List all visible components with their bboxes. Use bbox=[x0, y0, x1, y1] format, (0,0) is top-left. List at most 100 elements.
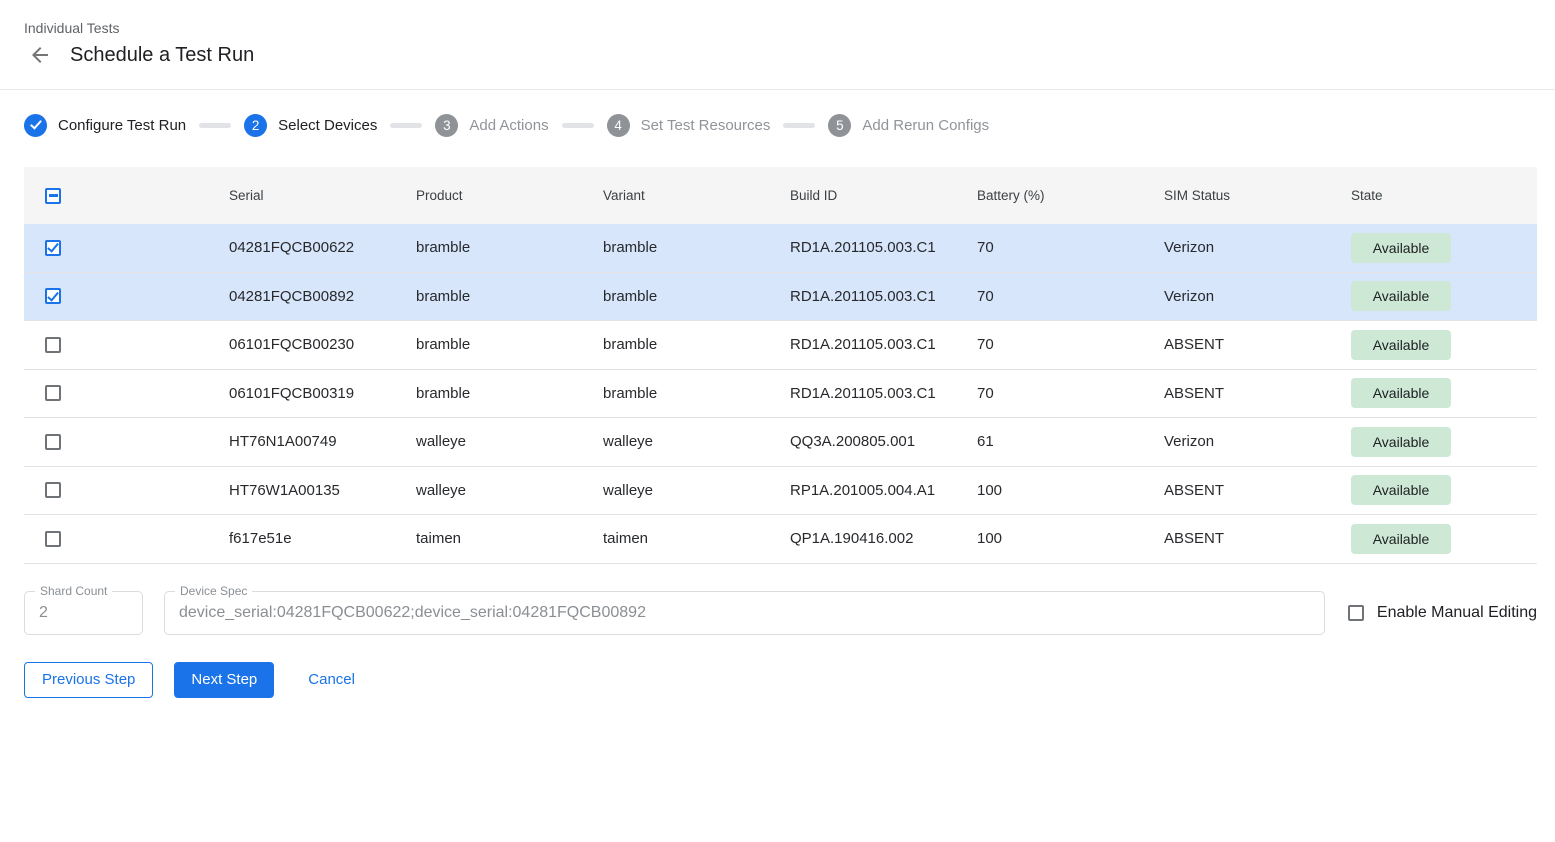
device-row[interactable]: 04281FQCB00622 bramble bramble RD1A.2011… bbox=[24, 224, 1537, 273]
breadcrumb: Individual Tests bbox=[24, 20, 1531, 36]
device-spec-label: Device Spec bbox=[175, 584, 252, 598]
cell-battery: 100 bbox=[977, 530, 1164, 547]
cell-battery: 70 bbox=[977, 288, 1164, 305]
cell-build-id: RD1A.201105.003.C1 bbox=[790, 336, 977, 353]
enable-manual-editing-control[interactable]: Enable Manual Editing bbox=[1348, 604, 1537, 622]
device-row[interactable]: HT76W1A00135 walleye walleye RP1A.201005… bbox=[24, 467, 1537, 516]
stepper-step-add-actions[interactable]: 3 Add Actions bbox=[435, 114, 548, 137]
step-connector bbox=[390, 123, 422, 128]
device-row[interactable]: 06101FQCB00230 bramble bramble RD1A.2011… bbox=[24, 321, 1537, 370]
row-checkbox[interactable] bbox=[45, 288, 61, 304]
cell-variant: bramble bbox=[603, 288, 790, 305]
cell-serial: 06101FQCB00230 bbox=[229, 336, 416, 353]
state-badge: Available bbox=[1351, 233, 1451, 263]
cell-product: taimen bbox=[416, 530, 603, 547]
cell-sim-status: ABSENT bbox=[1164, 385, 1351, 402]
state-badge: Available bbox=[1351, 475, 1451, 505]
cell-serial: HT76N1A00749 bbox=[229, 433, 416, 450]
step-number: 5 bbox=[828, 114, 851, 137]
cell-product: bramble bbox=[416, 239, 603, 256]
cancel-button[interactable]: Cancel bbox=[291, 662, 372, 698]
stepper-step-set-test-resources[interactable]: 4 Set Test Resources bbox=[607, 114, 771, 137]
enable-manual-editing-checkbox[interactable] bbox=[1348, 605, 1364, 621]
cell-variant: bramble bbox=[603, 385, 790, 402]
step-connector bbox=[783, 123, 815, 128]
cell-serial: HT76W1A00135 bbox=[229, 482, 416, 499]
cell-build-id: QQ3A.200805.001 bbox=[790, 433, 977, 450]
device-row[interactable]: HT76N1A00749 walleye walleye QQ3A.200805… bbox=[24, 418, 1537, 467]
cell-battery: 70 bbox=[977, 239, 1164, 256]
table-header-row: Serial Product Variant Build ID Battery … bbox=[24, 167, 1537, 224]
stepper-step-configure-test-run[interactable]: Configure Test Run bbox=[24, 114, 186, 137]
state-badge: Available bbox=[1351, 427, 1451, 457]
device-row[interactable]: 06101FQCB00319 bramble bramble RD1A.2011… bbox=[24, 370, 1537, 419]
cell-serial: 04281FQCB00622 bbox=[229, 239, 416, 256]
column-header-build-id: Build ID bbox=[790, 188, 977, 203]
enable-manual-editing-label: Enable Manual Editing bbox=[1377, 604, 1537, 622]
cell-battery: 61 bbox=[977, 433, 1164, 450]
cell-build-id: RD1A.201105.003.C1 bbox=[790, 239, 977, 256]
state-badge: Available bbox=[1351, 524, 1451, 554]
row-checkbox[interactable] bbox=[45, 385, 61, 401]
cell-product: walleye bbox=[416, 482, 603, 499]
row-checkbox[interactable] bbox=[45, 482, 61, 498]
cell-serial: f617e51e bbox=[229, 530, 416, 547]
wizard-actions: Previous Step Next Step Cancel bbox=[24, 662, 1531, 698]
state-badge: Available bbox=[1351, 330, 1451, 360]
row-checkbox[interactable] bbox=[45, 240, 61, 256]
cell-product: bramble bbox=[416, 288, 603, 305]
cell-product: walleye bbox=[416, 433, 603, 450]
header-divider bbox=[0, 89, 1555, 90]
step-number: 2 bbox=[244, 114, 267, 137]
shard-count-input[interactable] bbox=[25, 604, 142, 622]
device-spec-input[interactable] bbox=[165, 604, 1324, 622]
page-title: Schedule a Test Run bbox=[70, 44, 254, 67]
back-button[interactable] bbox=[28, 43, 52, 67]
column-header-sim-status: SIM Status bbox=[1164, 188, 1351, 203]
step-connector bbox=[199, 123, 231, 128]
cell-battery: 100 bbox=[977, 482, 1164, 499]
device-row[interactable]: 04281FQCB00892 bramble bramble RD1A.2011… bbox=[24, 273, 1537, 322]
cell-product: bramble bbox=[416, 385, 603, 402]
stepper-step-add-rerun-configs[interactable]: 5 Add Rerun Configs bbox=[828, 114, 989, 137]
select-all-checkbox[interactable] bbox=[45, 188, 61, 204]
cell-sim-status: ABSENT bbox=[1164, 336, 1351, 353]
stepper-step-select-devices[interactable]: 2 Select Devices bbox=[244, 114, 377, 137]
step-label: Set Test Resources bbox=[641, 117, 771, 134]
cell-variant: bramble bbox=[603, 336, 790, 353]
cell-variant: bramble bbox=[603, 239, 790, 256]
cell-sim-status: Verizon bbox=[1164, 288, 1351, 305]
cell-variant: taimen bbox=[603, 530, 790, 547]
cell-sim-status: ABSENT bbox=[1164, 482, 1351, 499]
device-row[interactable]: f617e51e taimen taimen QP1A.190416.002 1… bbox=[24, 515, 1537, 564]
check-icon bbox=[24, 114, 47, 137]
cell-battery: 70 bbox=[977, 336, 1164, 353]
step-label: Add Rerun Configs bbox=[862, 117, 989, 134]
stepper: Configure Test Run 2 Select Devices 3 Ad… bbox=[0, 113, 1555, 137]
cell-variant: walleye bbox=[603, 482, 790, 499]
cell-build-id: RP1A.201005.004.A1 bbox=[790, 482, 977, 499]
state-badge: Available bbox=[1351, 378, 1451, 408]
cell-sim-status: ABSENT bbox=[1164, 530, 1351, 547]
row-checkbox[interactable] bbox=[45, 531, 61, 547]
cell-build-id: RD1A.201105.003.C1 bbox=[790, 385, 977, 402]
shard-count-field[interactable]: Shard Count bbox=[24, 591, 143, 635]
cell-sim-status: Verizon bbox=[1164, 239, 1351, 256]
device-table: Serial Product Variant Build ID Battery … bbox=[24, 167, 1537, 564]
page-header: Individual Tests Schedule a Test Run bbox=[0, 0, 1555, 79]
arrow-back-icon bbox=[28, 43, 52, 67]
row-checkbox[interactable] bbox=[45, 434, 61, 450]
previous-step-button[interactable]: Previous Step bbox=[24, 662, 153, 698]
row-checkbox[interactable] bbox=[45, 337, 61, 353]
step-connector bbox=[562, 123, 594, 128]
cell-build-id: QP1A.190416.002 bbox=[790, 530, 977, 547]
column-header-state: State bbox=[1351, 188, 1537, 203]
next-step-button[interactable]: Next Step bbox=[174, 662, 274, 698]
device-spec-field[interactable]: Device Spec bbox=[164, 591, 1325, 635]
column-header-battery: Battery (%) bbox=[977, 188, 1164, 203]
cell-serial: 04281FQCB00892 bbox=[229, 288, 416, 305]
step-label: Configure Test Run bbox=[58, 117, 186, 134]
step-label: Add Actions bbox=[469, 117, 548, 134]
state-badge: Available bbox=[1351, 281, 1451, 311]
column-header-serial: Serial bbox=[229, 188, 416, 203]
